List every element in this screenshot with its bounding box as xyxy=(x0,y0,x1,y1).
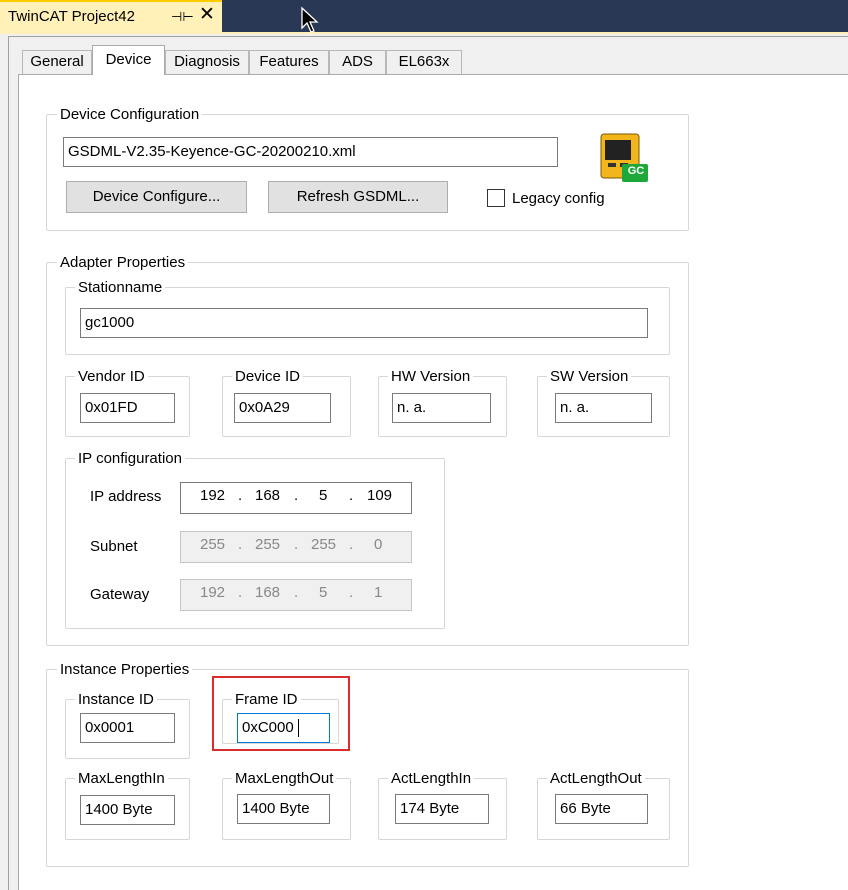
gsdml-file-field[interactable]: GSDML-V2.35-Keyence-GC-20200210.xml xyxy=(63,137,558,167)
tab-label: ADS xyxy=(342,53,373,70)
stationname-input[interactable]: gc1000 xyxy=(80,308,648,338)
gateway-input[interactable]: 192 . 168 . 5 . 1 xyxy=(180,579,412,611)
hw-version-field[interactable]: n. a. xyxy=(392,393,491,423)
close-icon[interactable]: ✕ xyxy=(199,5,215,25)
hw-version-label: HW Version xyxy=(388,368,474,386)
subnet-label: Subnet xyxy=(90,538,138,555)
act-length-out-label: ActLengthOut xyxy=(547,770,645,788)
ip-address-input[interactable]: 192 . 168 . 5 . 109 xyxy=(180,482,412,514)
max-length-out-label: MaxLengthOut xyxy=(232,770,337,788)
subnet-octet: 0 xyxy=(374,536,383,553)
instance-id-field[interactable]: 0x0001 xyxy=(80,713,175,743)
sw-version-field[interactable]: n. a. xyxy=(555,393,652,423)
device-id-field[interactable]: 0x0A29 xyxy=(234,393,331,423)
gateway-octet: 192 xyxy=(200,584,226,601)
mouse-cursor-icon xyxy=(301,6,319,33)
ip-address-octet: 109 xyxy=(367,487,393,504)
subnet-octet: 255 xyxy=(311,536,337,553)
subnet-input[interactable]: 255 . 255 . 255 . 0 xyxy=(180,531,412,563)
gateway-octet: 5 xyxy=(319,584,328,601)
subnet-dot: . xyxy=(349,536,354,553)
text-caret xyxy=(298,719,299,737)
ip-address-octet: 192 xyxy=(200,487,226,504)
tab-general[interactable]: General xyxy=(22,50,92,74)
subnet-dot: . xyxy=(238,536,243,553)
frame-id-value: 0xC000 xyxy=(242,719,294,736)
instance-id-label: Instance ID xyxy=(75,691,157,709)
vendor-id-field[interactable]: 0x01FD xyxy=(80,393,175,423)
subnet-dot: . xyxy=(294,536,299,553)
tab-label: EL663x xyxy=(398,53,450,70)
frame-id-input[interactable]: 0xC000 xyxy=(237,713,330,743)
tab-features[interactable]: Features xyxy=(249,50,329,74)
tab-label: General xyxy=(30,53,84,70)
tab-label: Features xyxy=(259,53,319,70)
ip-address-octet: 5 xyxy=(319,487,328,504)
adapter-properties-label: Adapter Properties xyxy=(57,254,189,272)
legacy-config-checkbox[interactable] xyxy=(487,189,505,207)
tab-label: Device xyxy=(105,51,152,68)
pin-icon[interactable]: ⊣⊢ xyxy=(171,9,194,25)
device-configure-button[interactable]: Device Configure... xyxy=(66,181,247,213)
ip-address-dot: . xyxy=(238,487,243,504)
legacy-config-label: Legacy config xyxy=(512,190,605,207)
vendor-id-label: Vendor ID xyxy=(75,368,148,386)
refresh-gsdml-button[interactable]: Refresh GSDML... xyxy=(268,181,448,213)
ip-configuration-label: IP configuration xyxy=(75,450,185,468)
device-id-label: Device ID xyxy=(232,368,304,386)
gateway-dot: . xyxy=(294,584,299,601)
gateway-dot: . xyxy=(238,584,243,601)
document-tab[interactable]: TwinCAT Project42 ⊣⊢ ✕ xyxy=(0,0,222,32)
tab-device[interactable]: Device xyxy=(92,45,165,75)
tab-ads[interactable]: ADS xyxy=(329,50,386,74)
max-length-in-field[interactable]: 1400 Byte xyxy=(80,795,175,825)
sw-version-label: SW Version xyxy=(547,368,632,386)
device-configuration-label: Device Configuration xyxy=(57,106,203,124)
ip-address-label: IP address xyxy=(90,488,162,505)
device-badge: GC xyxy=(627,165,645,177)
stationname-label: Stationname xyxy=(75,279,166,297)
tab-label: Diagnosis xyxy=(174,53,240,70)
device-configuration-group xyxy=(46,114,689,231)
act-length-in-field[interactable]: 174 Byte xyxy=(395,794,489,824)
frame-id-label: Frame ID xyxy=(232,691,301,709)
gateway-octet: 1 xyxy=(374,584,383,601)
ip-address-octet: 168 xyxy=(255,487,281,504)
ip-address-dot: . xyxy=(294,487,299,504)
gateway-octet: 168 xyxy=(255,584,281,601)
instance-properties-label: Instance Properties xyxy=(57,661,193,679)
tab-diagnosis[interactable]: Diagnosis xyxy=(165,50,249,74)
document-tab-title: TwinCAT Project42 xyxy=(8,8,135,25)
gateway-dot: . xyxy=(349,584,354,601)
gateway-label: Gateway xyxy=(90,586,150,603)
act-length-in-label: ActLengthIn xyxy=(388,770,475,788)
max-length-in-label: MaxLengthIn xyxy=(75,770,168,788)
subnet-octet: 255 xyxy=(200,536,226,553)
max-length-out-field[interactable]: 1400 Byte xyxy=(237,794,330,824)
act-length-out-field[interactable]: 66 Byte xyxy=(555,794,648,824)
subnet-octet: 255 xyxy=(255,536,281,553)
ip-address-dot: . xyxy=(349,487,354,504)
tab-el663x[interactable]: EL663x xyxy=(386,50,462,74)
